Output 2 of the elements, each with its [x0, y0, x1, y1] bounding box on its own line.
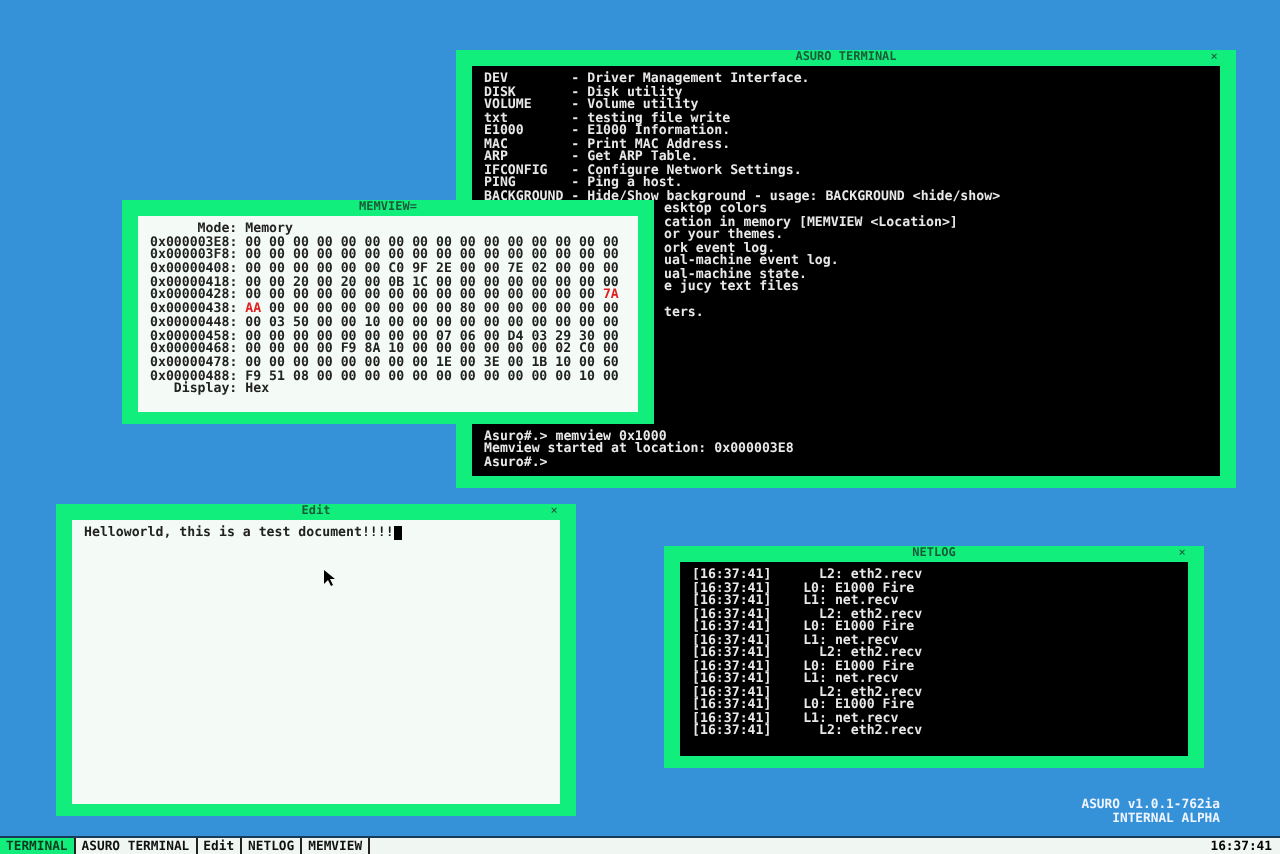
text-cursor — [393, 526, 402, 540]
mouse-pointer-icon — [324, 570, 336, 586]
